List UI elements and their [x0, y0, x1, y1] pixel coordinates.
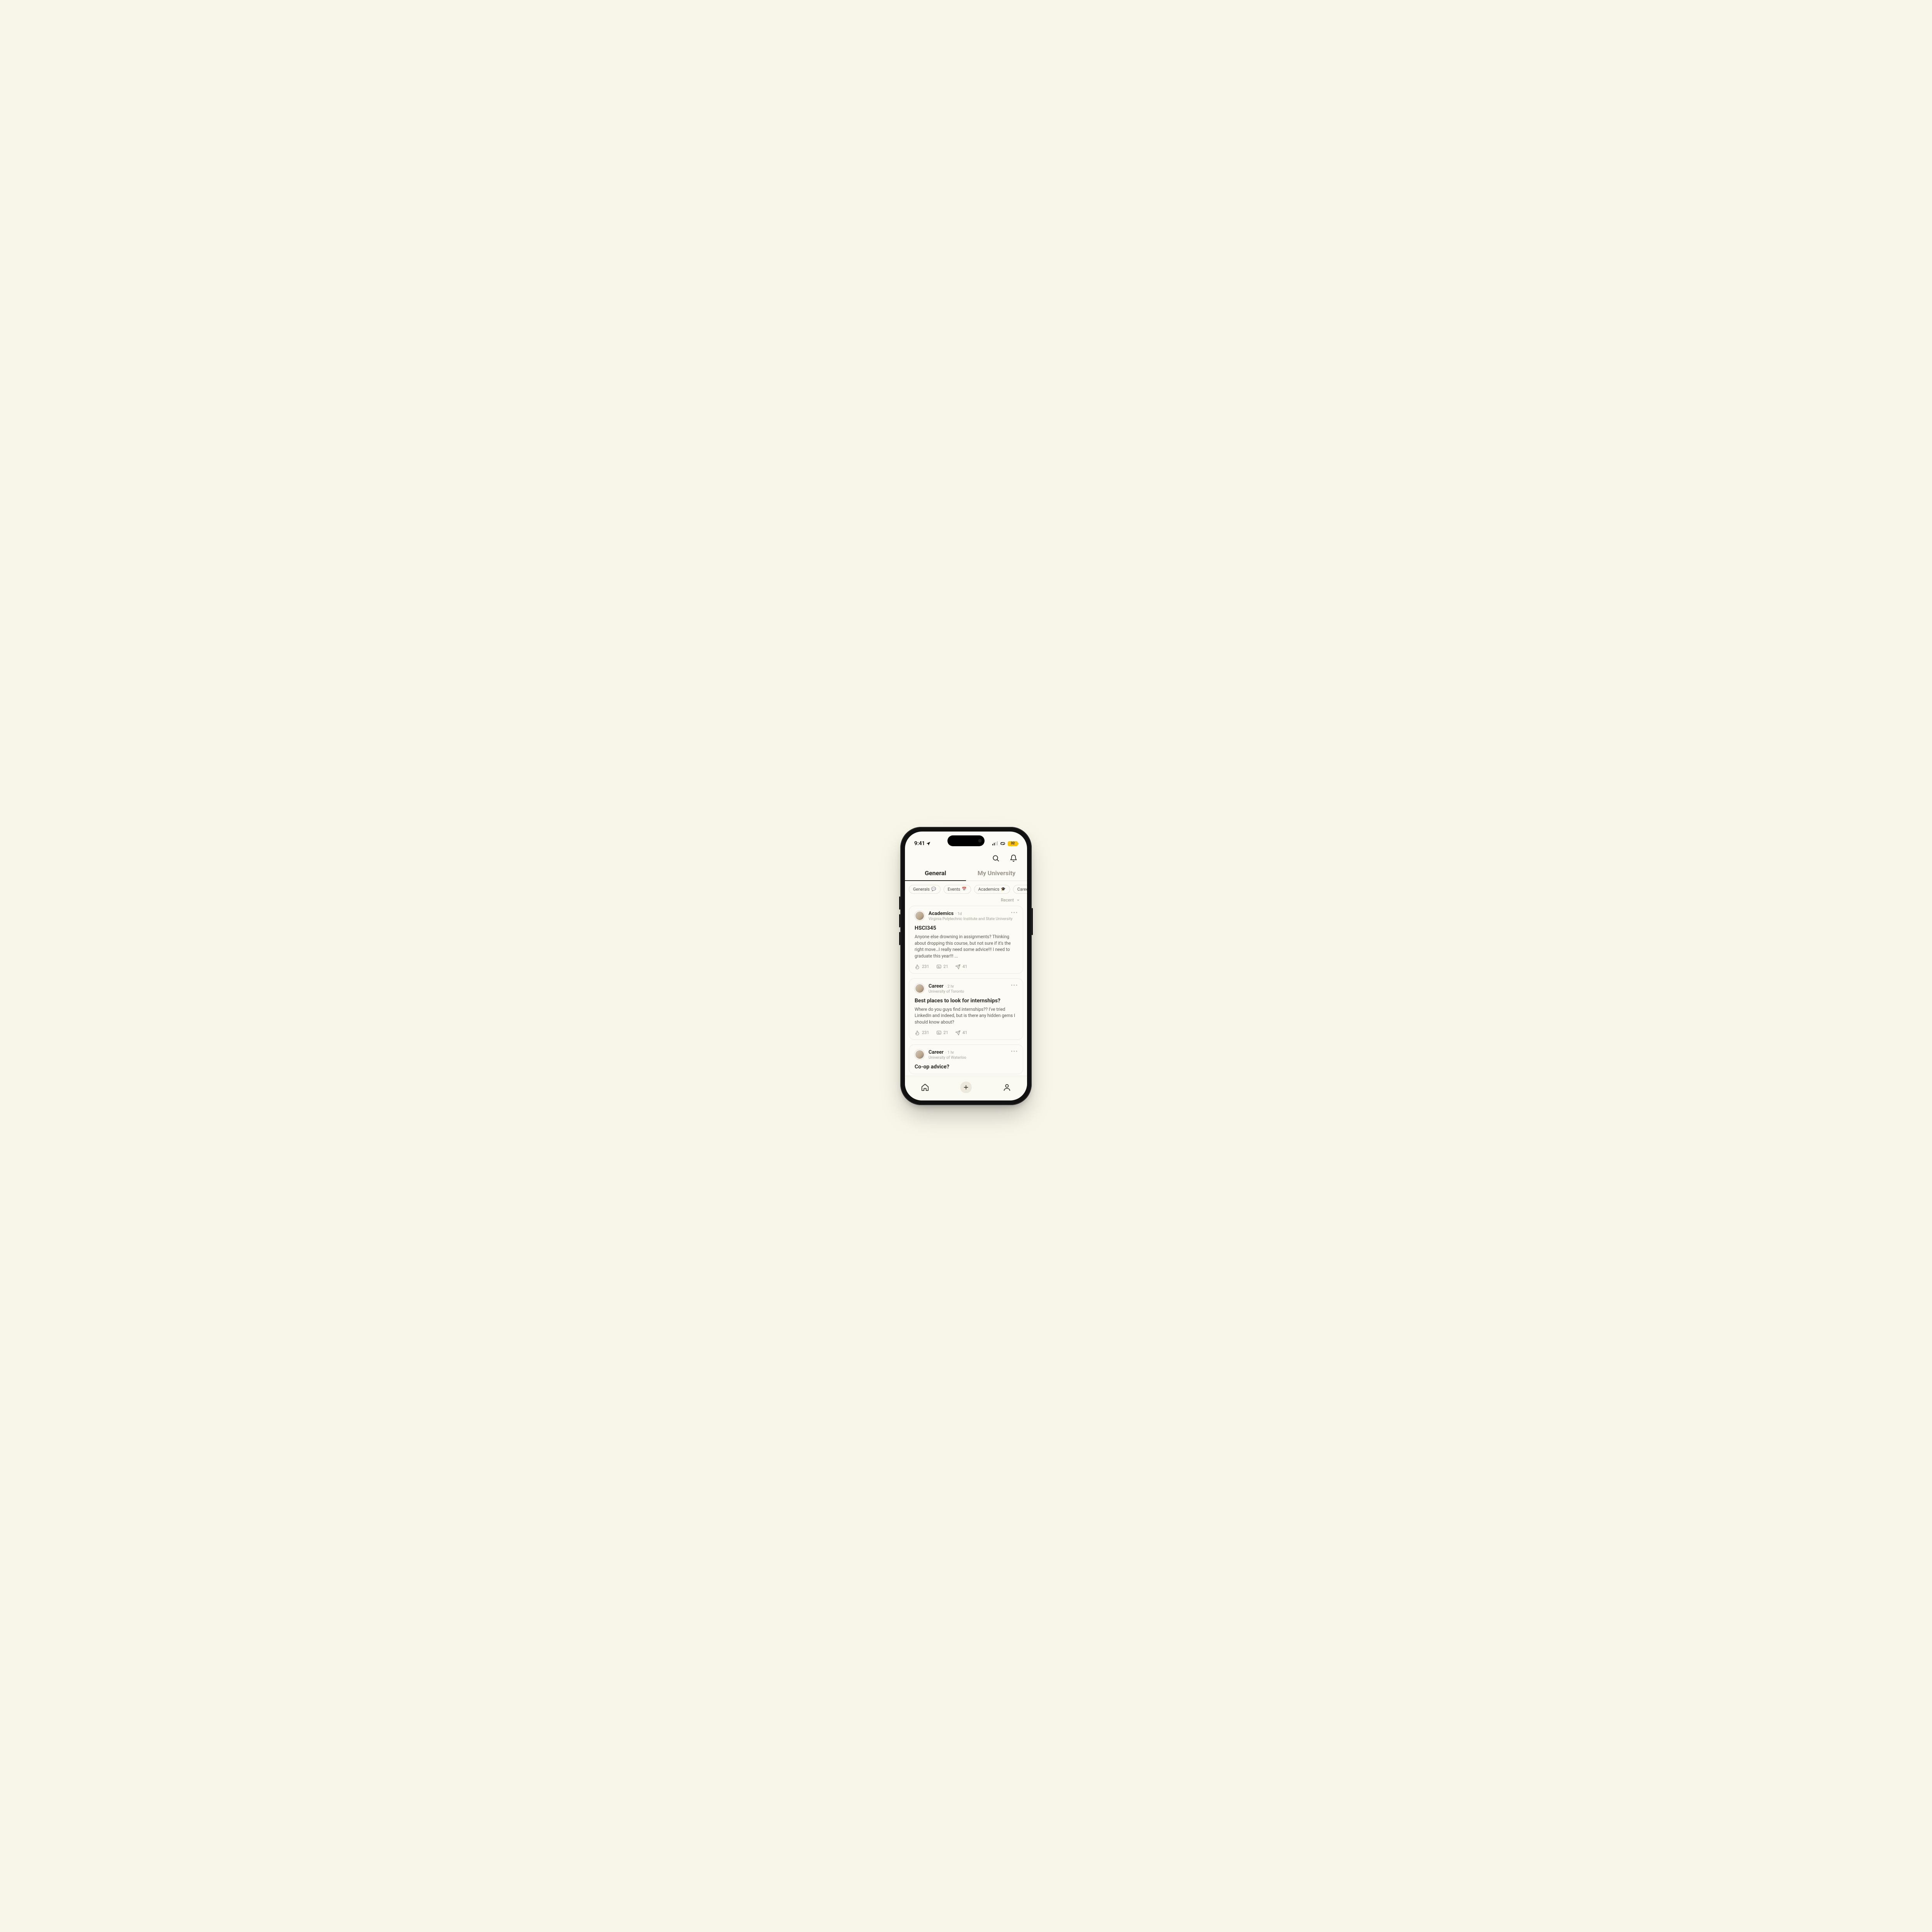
post-time: · 2 hr — [946, 985, 954, 989]
status-time: 9:41 — [914, 840, 925, 847]
bottom-nav — [905, 1076, 1027, 1100]
comment-icon — [936, 1030, 942, 1036]
sort-selector[interactable]: Recent — [905, 896, 1027, 906]
bell-icon — [1010, 854, 1017, 862]
chevron-down-icon — [1016, 898, 1020, 902]
post-card[interactable]: ••• Career · 2 hr University of Toronto … — [909, 978, 1023, 1040]
post-category: Career — [929, 983, 944, 989]
user-icon — [1003, 1083, 1011, 1092]
share-button[interactable]: 41 — [955, 964, 967, 969]
screen: 9:41 32 General My University Ge — [905, 832, 1027, 1100]
post-title: Co-op advice? — [915, 1064, 1017, 1070]
header-actions — [905, 850, 1027, 866]
post-metrics: 231 21 41 — [915, 1030, 1017, 1036]
tab-general[interactable]: General — [905, 866, 966, 881]
battery-indicator: 32 — [1008, 841, 1018, 846]
post-body: Anyone else drowning in assignments? Thi… — [915, 934, 1017, 959]
top-tabs: General My University — [905, 866, 1027, 881]
post-category: Academics — [929, 911, 954, 917]
flame-icon — [915, 1030, 920, 1036]
post-body: Where do you guys find internships?? I'v… — [915, 1006, 1017, 1026]
chip-academics[interactable]: Academics🎓 — [974, 885, 1010, 894]
cellular-signal-icon — [992, 842, 998, 845]
search-icon — [992, 854, 1000, 862]
notifications-button[interactable] — [1009, 853, 1019, 863]
plus-icon — [963, 1084, 969, 1090]
share-button[interactable]: 41 — [955, 1030, 967, 1036]
phone-frame: 9:41 32 General My University Ge — [900, 827, 1032, 1105]
post-university: University of Toronto — [929, 990, 964, 994]
avatar — [915, 911, 925, 921]
sort-label: Recent — [1001, 898, 1014, 903]
post-university: University of Waterloo — [929, 1056, 966, 1060]
post-title: HSCI345 — [915, 925, 1017, 931]
search-button[interactable] — [991, 853, 1001, 863]
post-time: · 1 hr — [946, 1051, 954, 1055]
dynamic-island — [947, 835, 985, 846]
nav-create[interactable] — [960, 1082, 972, 1093]
flame-icon — [915, 964, 920, 969]
comment-button[interactable]: 21 — [936, 1030, 948, 1036]
post-category: Career — [929, 1049, 944, 1055]
send-icon — [955, 964, 961, 969]
avatar — [915, 983, 925, 993]
post-more-button[interactable]: ••• — [1011, 910, 1018, 915]
nav-home[interactable] — [920, 1082, 930, 1093]
post-card[interactable]: ••• Career · 1 hr University of Waterloo… — [909, 1044, 1023, 1074]
like-button[interactable]: 231 — [915, 1030, 929, 1036]
category-chips[interactable]: Generals💬 Events📅 Academics🎓 Career🔥 M — [905, 881, 1027, 896]
post-title: Best places to look for internships? — [915, 998, 1017, 1004]
post-card[interactable]: ••• Academics · 1d Virginia Polytechnic … — [909, 906, 1023, 974]
post-more-button[interactable]: ••• — [1011, 1049, 1018, 1054]
avatar — [915, 1049, 925, 1060]
chip-generals[interactable]: Generals💬 — [909, 885, 940, 894]
chip-events[interactable]: Events📅 — [944, 885, 971, 894]
comment-icon — [936, 964, 942, 969]
chip-career[interactable]: Career🔥 — [1013, 885, 1027, 894]
link-icon — [1000, 841, 1006, 846]
like-button[interactable]: 231 — [915, 964, 929, 969]
send-icon — [955, 1030, 961, 1036]
post-feed[interactable]: ••• Academics · 1d Virginia Polytechnic … — [905, 906, 1027, 1076]
tab-my-university[interactable]: My University — [966, 866, 1027, 881]
post-time: · 1d — [956, 912, 962, 916]
post-metrics: 231 21 41 — [915, 964, 1017, 969]
location-arrow-icon — [926, 841, 931, 846]
home-icon — [921, 1083, 929, 1092]
comment-button[interactable]: 21 — [936, 964, 948, 969]
nav-profile[interactable] — [1002, 1082, 1012, 1093]
post-more-button[interactable]: ••• — [1011, 983, 1018, 988]
post-university: Virginia Polytechnic Institute and State… — [929, 917, 1012, 921]
